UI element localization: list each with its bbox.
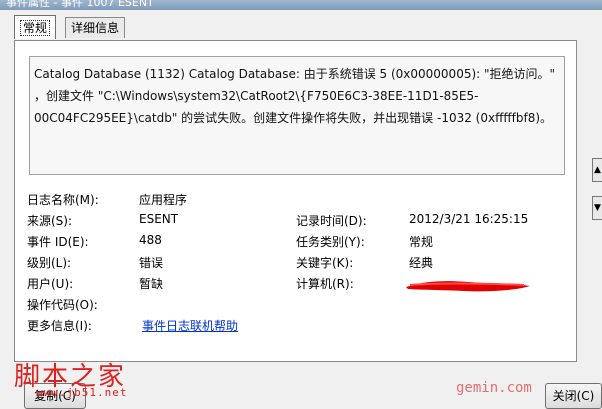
- opcode-label: 操作代码(O):: [27, 298, 98, 312]
- window-title: 事件属性 - 事件 1007 ESENT: [6, 0, 154, 9]
- tab-details[interactable]: 详细信息: [65, 17, 126, 38]
- watermark-left-url: www.jb51.net: [36, 386, 128, 399]
- keywords-value: 经典: [409, 256, 434, 270]
- next-event-button[interactable]: ▼: [592, 196, 602, 220]
- close-button[interactable]: 关闭(C): [545, 383, 602, 409]
- close-button-label: 关闭(C): [552, 389, 595, 403]
- log-name-label: 日志名称(M):: [27, 193, 99, 207]
- user-label: 用户(U):: [27, 277, 74, 291]
- event-description[interactable]: Catalog Database (1132) Catalog Database…: [29, 56, 565, 175]
- computer-label: 计算机(R):: [296, 277, 354, 291]
- task-category-label: 任务类别(Y):: [296, 235, 365, 249]
- source-value: ESENT: [139, 212, 179, 226]
- redaction-scribble: [406, 281, 530, 292]
- previous-event-button[interactable]: ▲: [592, 158, 602, 182]
- log-name-value: 应用程序: [139, 193, 188, 207]
- chevron-up-icon: ▲: [594, 165, 601, 175]
- event-id-label: 事件 ID(E):: [27, 235, 89, 249]
- tab-details-label: 详细信息: [71, 21, 120, 35]
- event-log-help-link[interactable]: 事件日志联机帮助: [142, 317, 238, 334]
- chevron-down-icon: ▼: [594, 203, 601, 213]
- more-info-label: 更多信息(I):: [27, 319, 92, 333]
- level-label: 级别(L):: [27, 256, 72, 270]
- event-id-value: 488: [139, 233, 162, 247]
- title-bar: 事件属性 - 事件 1007 ESENT: [0, 0, 602, 10]
- keywords-label: 关键字(K):: [296, 256, 354, 270]
- tab-general[interactable]: 常规: [14, 15, 57, 39]
- user-value: 暂缺: [139, 277, 164, 291]
- watermark-right: gemin.com: [456, 380, 532, 396]
- logged-value: 2012/3/21 16:25:15: [409, 212, 529, 226]
- logged-label: 记录时间(D):: [296, 214, 367, 228]
- level-value: 错误: [139, 256, 164, 270]
- general-panel: Catalog Database (1132) Catalog Database…: [14, 40, 577, 362]
- source-label: 来源(S):: [27, 214, 73, 228]
- tab-general-label: 常规: [20, 20, 51, 36]
- task-category-value: 常规: [409, 235, 434, 249]
